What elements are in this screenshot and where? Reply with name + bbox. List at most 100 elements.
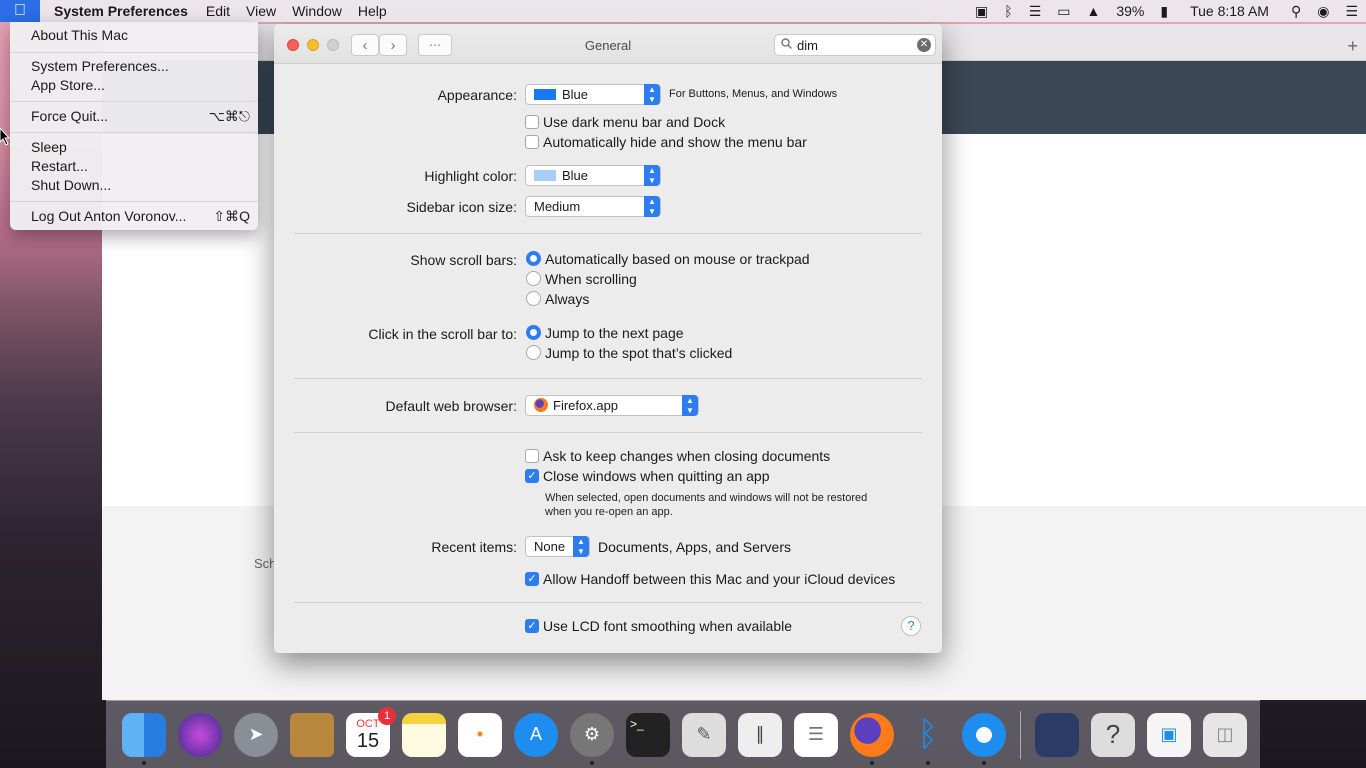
apple-menu-icon[interactable]: 	[0, 0, 40, 22]
sidebar-size-value: Medium	[534, 199, 581, 214]
unknown-app-icon[interactable]: ?	[1091, 712, 1135, 757]
close-windows-label[interactable]: Close windows when quitting an app	[543, 468, 769, 484]
airplay-icon[interactable]: ▭	[1057, 3, 1070, 20]
safari-icon[interactable]	[962, 712, 1006, 765]
section-divider	[294, 432, 922, 433]
click-scroll-label: Click in the scroll bar to:	[368, 326, 517, 342]
dropbox-icon[interactable]: ▣	[975, 3, 988, 20]
sidebar-size-popup[interactable]: Medium ▲ ▼	[525, 196, 661, 217]
menu-help[interactable]: Help	[350, 0, 395, 22]
clock[interactable]: Tue 8:18 AM	[1190, 3, 1269, 19]
menu-item-force-quit[interactable]: Force Quit... ⌥⌘⎋	[31, 107, 250, 126]
menu-bar:  System Preferences Edit View Window He…	[0, 0, 1366, 22]
jump-to-spot-radio[interactable]	[526, 345, 541, 360]
recent-items-value: None	[534, 539, 566, 554]
search-query: dim	[797, 38, 818, 53]
launchpad-icon[interactable]: ➤	[234, 712, 278, 757]
handoff-label[interactable]: Allow Handoff between this Mac and your …	[543, 571, 895, 587]
lcd-smoothing-label[interactable]: Use LCD font smoothing when available	[543, 618, 792, 634]
recent-items-suffix: Documents, Apps, and Servers	[598, 539, 791, 555]
bluetooth-status-icon[interactable]: ᛒ	[1004, 3, 1012, 19]
help-button[interactable]: ?	[901, 616, 921, 636]
wifi-icon[interactable]: ☰	[1029, 3, 1042, 20]
autohide-menu-label[interactable]: Automatically hide and show the menu bar	[543, 134, 807, 150]
notification-center-icon[interactable]: ☰	[1345, 3, 1358, 20]
finder-icon[interactable]	[122, 712, 166, 765]
browser-value: Firefox.app	[553, 398, 619, 413]
menu-view[interactable]: View	[238, 0, 284, 22]
firefox-icon[interactable]	[850, 712, 894, 765]
close-windows-note-2: when you re-open an app.	[545, 506, 673, 518]
lcd-smoothing-checkbox[interactable]: ✓	[525, 619, 539, 633]
menu-separator	[10, 132, 258, 133]
jump-next-page-radio[interactable]	[526, 325, 541, 340]
jump-next-page-label[interactable]: Jump to the next page	[545, 325, 684, 341]
highlight-popup[interactable]: Blue ▲ ▼	[525, 165, 661, 186]
system-preferences-icon[interactable]: ⚙	[570, 712, 614, 765]
menu-item-shut-down[interactable]: Shut Down...	[31, 176, 250, 195]
preview-icon[interactable]: ▣	[1147, 712, 1191, 757]
battery-percent[interactable]: 39%	[1116, 3, 1144, 19]
siri-status-icon[interactable]: ◉	[1317, 3, 1329, 20]
dark-menu-checkbox[interactable]	[525, 115, 539, 129]
apple-menu-dropdown: About This Mac System Preferences... App…	[10, 22, 258, 230]
bluetooth-icon[interactable]: ᛒ	[906, 713, 950, 765]
recent-items-popup[interactable]: None ▲ ▼	[525, 536, 590, 557]
ask-keep-label[interactable]: Ask to keep changes when closing documen…	[543, 448, 830, 464]
calendar-month: OCT	[356, 717, 380, 730]
menu-item-log-out[interactable]: Log Out Anton Voronov... ⇧⌘Q	[31, 207, 250, 226]
clear-search-icon[interactable]: ✕	[917, 38, 931, 52]
mouse-cursor-icon	[0, 128, 10, 146]
menu-app-name[interactable]: System Preferences	[40, 0, 198, 22]
appearance-suffix: For Buttons, Menus, and Windows	[669, 88, 838, 100]
close-windows-note-1: When selected, open documents and window…	[545, 492, 868, 504]
autohide-menu-checkbox[interactable]	[525, 135, 539, 149]
terminal-icon[interactable]: >_	[626, 712, 670, 757]
recent-items-label: Recent items:	[431, 539, 517, 555]
dark-menu-label[interactable]: Use dark menu bar and Dock	[543, 114, 725, 130]
menu-separator	[10, 101, 258, 102]
menu-edit[interactable]: Edit	[198, 0, 238, 22]
log-out-shortcut: ⇧⌘Q	[213, 208, 250, 224]
script-editor-icon[interactable]: ✎	[682, 712, 726, 757]
scroll-when-scrolling-label[interactable]: When scrolling	[545, 271, 637, 287]
search-field[interactable]: dim ✕	[774, 34, 936, 56]
appearance-value: Blue	[562, 87, 589, 102]
appearance-popup[interactable]: Blue ▲ ▼	[525, 84, 661, 105]
battery-icon[interactable]: ▮	[1160, 3, 1168, 20]
scroll-always-radio[interactable]	[526, 291, 541, 306]
browser-popup[interactable]: Firefox.app ▲ ▼	[525, 395, 699, 416]
section-divider	[294, 233, 922, 234]
contacts-icon[interactable]	[290, 712, 334, 757]
app-store-icon[interactable]: A	[514, 712, 558, 757]
scroll-always-label[interactable]: Always	[545, 291, 589, 307]
notes-icon[interactable]	[402, 712, 446, 757]
siri-icon[interactable]	[178, 712, 222, 757]
textedit-icon[interactable]: ☰	[794, 712, 838, 757]
scroll-auto-label[interactable]: Automatically based on mouse or trackpad	[545, 251, 810, 267]
volume-icon[interactable]: ▲	[1086, 3, 1100, 19]
jump-to-spot-label[interactable]: Jump to the spot that’s clicked	[545, 345, 732, 361]
archive-icon[interactable]: ∥	[738, 712, 782, 757]
close-windows-checkbox[interactable]: ✓	[525, 469, 539, 483]
menu-item-restart[interactable]: Restart...	[31, 157, 250, 176]
trash-icon[interactable]: ◫	[1203, 712, 1247, 757]
browser-label: Default web browser:	[385, 398, 517, 414]
ask-keep-checkbox[interactable]	[525, 449, 539, 463]
scroll-auto-radio[interactable]	[526, 251, 541, 266]
handoff-checkbox[interactable]: ✓	[525, 572, 539, 586]
calendar-icon[interactable]: OCT 15 1	[346, 706, 396, 757]
scroll-when-scrolling-radio[interactable]	[526, 271, 541, 286]
book-icon[interactable]	[1035, 712, 1079, 757]
menu-item-sleep[interactable]: Sleep	[31, 138, 250, 157]
menu-window[interactable]: Window	[284, 0, 350, 22]
menu-item-system-preferences[interactable]: System Preferences...	[31, 57, 250, 76]
spotlight-icon[interactable]: ⚲	[1291, 3, 1301, 20]
scroll-bars-label: Show scroll bars:	[410, 252, 517, 268]
highlight-label: Highlight color:	[424, 168, 517, 184]
popup-arrows-icon: ▲ ▼	[644, 196, 660, 217]
reminders-icon[interactable]: •	[458, 712, 502, 757]
menu-item-about[interactable]: About This Mac	[31, 26, 250, 45]
menu-item-app-store[interactable]: App Store...	[31, 76, 250, 95]
new-tab-icon[interactable]: +	[1347, 36, 1358, 57]
